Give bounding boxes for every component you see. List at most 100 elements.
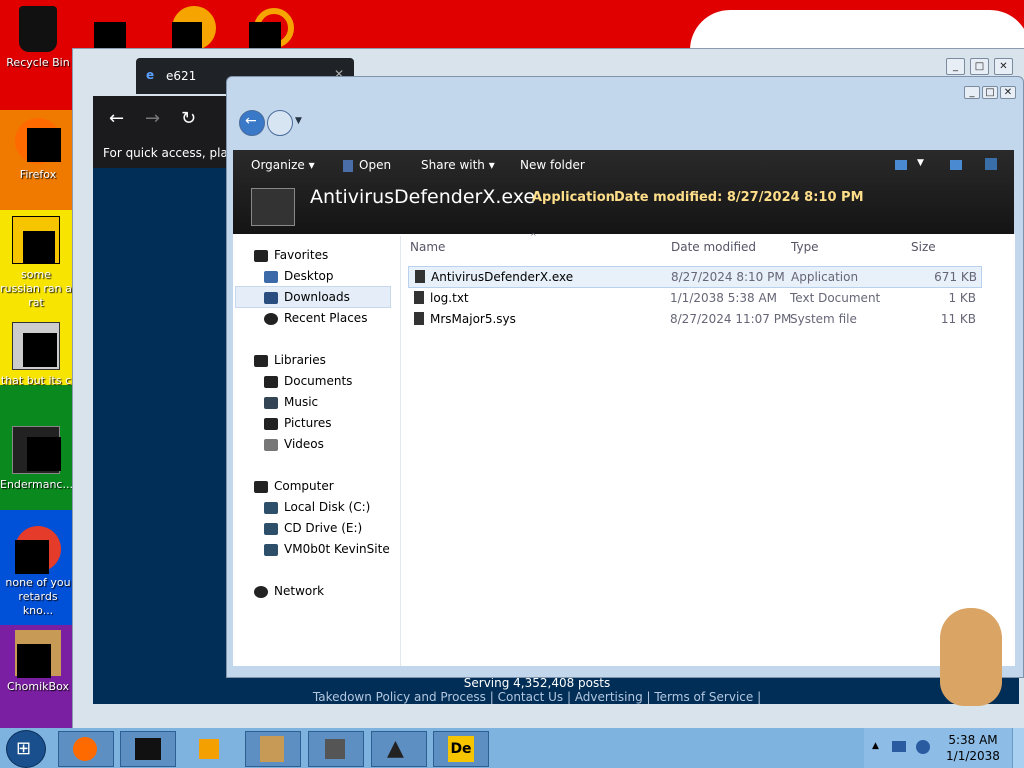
desktop-icon-none-of-you[interactable]: none of you retards kno...: [2, 526, 74, 618]
nav-label: VM0b0t KevinSite: [284, 542, 390, 556]
clock[interactable]: 5:38 AM 1/1/2038: [944, 732, 1002, 764]
column-header-type[interactable]: Type: [791, 240, 819, 254]
desktop-icon-enderman[interactable]: Endermanc...: [0, 426, 73, 492]
windows-logo-icon: ⊞: [16, 738, 32, 759]
clock-date: 1/1/2038: [946, 749, 1000, 763]
nav-label: Downloads: [284, 290, 350, 304]
desktop-icon-label: Endermanc...: [0, 478, 73, 491]
browser-maximize-button[interactable]: □: [970, 58, 989, 75]
file-date: 1/1/2038 5:38 AM: [670, 291, 778, 305]
pane-divider: [400, 236, 401, 666]
show-desktop-button[interactable]: [1012, 728, 1024, 768]
nav-computer[interactable]: Computer: [254, 479, 334, 493]
reload-icon[interactable]: ↻: [181, 108, 196, 129]
footer-link[interactable]: Terms of Service: [654, 690, 753, 704]
taskbar-windows[interactable]: [308, 731, 364, 767]
footer-link[interactable]: Takedown Policy and Process: [313, 690, 486, 704]
footer-link[interactable]: Advertising: [575, 690, 643, 704]
desktop-icon-label: ChomikBox: [7, 680, 69, 693]
table-row[interactable]: AntivirusDefenderX.exe 8/27/2024 8:10 PM…: [408, 266, 982, 288]
taskbar-chomikbox[interactable]: [245, 731, 301, 767]
show-hidden-icons-icon[interactable]: ▲: [872, 741, 879, 751]
taskbar-firefox[interactable]: [58, 731, 114, 767]
new-folder-label: New folder: [520, 158, 585, 172]
share-with-button[interactable]: Share with ▾: [421, 158, 495, 172]
windows-icon: [12, 322, 60, 370]
explorer-maximize-button[interactable]: □: [982, 86, 998, 99]
recent-pages-chevron-icon[interactable]: ▼: [295, 116, 302, 126]
system-file-icon: [414, 312, 424, 325]
desktop-icon-that-but[interactable]: that but its c: [0, 322, 72, 388]
redacted-icon: [94, 22, 126, 50]
nav-videos[interactable]: Videos: [264, 437, 324, 451]
nav-libraries[interactable]: Libraries: [254, 353, 326, 367]
nav-local-disk[interactable]: Local Disk (C:): [264, 500, 370, 514]
column-header-name[interactable]: Name: [410, 240, 445, 254]
view-chevron-icon[interactable]: ▼: [917, 158, 924, 168]
nav-pictures[interactable]: Pictures: [264, 416, 332, 430]
start-button[interactable]: ⊞: [6, 730, 46, 768]
new-folder-button[interactable]: New folder: [520, 158, 585, 172]
explorer-close-button[interactable]: ✕: [1000, 86, 1016, 99]
desktop-icon-label: some russian ran a rat: [0, 268, 72, 309]
footer-link[interactable]: Contact Us: [498, 690, 564, 704]
taskbar-console[interactable]: [120, 731, 176, 767]
nav-music[interactable]: Music: [264, 395, 318, 409]
desktop-icon-chomikbox[interactable]: ChomikBox: [2, 630, 74, 694]
table-row[interactable]: log.txt 1/1/2038 5:38 AM Text Document 1…: [408, 288, 980, 308]
taskbar-de-app[interactable]: De: [433, 731, 489, 767]
explorer-minimize-button[interactable]: _: [964, 86, 980, 99]
nav-network[interactable]: Network: [254, 584, 324, 598]
nav-network-drive[interactable]: VM0b0t KevinSite: [264, 542, 390, 556]
desktop-icon-label: Recycle Bin: [6, 56, 70, 69]
help-icon[interactable]: [985, 158, 997, 170]
network-tray-icon[interactable]: [892, 741, 906, 752]
taskbar-warning-app[interactable]: ▲: [371, 731, 427, 767]
nav-documents[interactable]: Documents: [264, 374, 352, 388]
ie-icon: e: [146, 68, 155, 82]
file-name: log.txt: [430, 291, 469, 305]
firefox-icon: [15, 118, 61, 164]
desktop-icon-firefox[interactable]: Firefox: [2, 118, 74, 182]
nav-recent-places[interactable]: Recent Places: [264, 311, 367, 325]
windows-stack-icon: [325, 739, 345, 759]
open-button[interactable]: Open: [343, 158, 391, 172]
forward-button[interactable]: [267, 110, 293, 136]
desktop-icon-russian-rat[interactable]: some russian ran a rat: [0, 216, 72, 310]
back-button[interactable]: ←: [239, 110, 265, 136]
organize-label: Organize: [251, 158, 305, 172]
column-header-size[interactable]: Size: [911, 240, 936, 254]
file-size: 1 KB: [948, 291, 976, 305]
warning-icon: ▲: [387, 736, 404, 761]
column-header-date[interactable]: Date modified: [671, 240, 756, 254]
table-row[interactable]: MrsMajor5.sys 8/27/2024 11:07 PM System …: [408, 309, 980, 329]
view-icon[interactable]: [895, 160, 907, 170]
nav-label: Favorites: [274, 248, 329, 262]
nav-cd-drive[interactable]: CD Drive (E:): [264, 521, 362, 535]
desktop-icon-recycle-bin[interactable]: Recycle Bin: [2, 6, 74, 70]
videos-icon: [264, 438, 278, 451]
clock-time: 5:38 AM: [948, 733, 998, 747]
back-icon[interactable]: ←: [109, 108, 124, 129]
pictures-icon: [264, 417, 278, 430]
nav-favorites[interactable]: Favorites: [254, 248, 328, 262]
browser-minimize-button[interactable]: _: [946, 58, 965, 75]
open-label: Open: [359, 158, 392, 172]
footer-links: Takedown Policy and Process | Contact Us…: [312, 690, 762, 704]
nav-label: Pictures: [284, 416, 332, 430]
nav-downloads[interactable]: Downloads: [264, 290, 350, 304]
nav-label: Network: [274, 584, 325, 598]
nav-desktop[interactable]: Desktop: [264, 269, 334, 283]
forward-icon[interactable]: →: [145, 108, 160, 129]
nav-label: Music: [284, 395, 319, 409]
taskbar-media-player[interactable]: [182, 731, 238, 767]
browser-close-button[interactable]: ✕: [994, 58, 1013, 75]
browser-toolbar: ← → ↻ For quick access, place: [93, 96, 242, 168]
organize-button[interactable]: Organize ▾: [251, 158, 315, 172]
nav-label: Documents: [284, 374, 353, 388]
serving-count: Serving 4,352,408 posts: [463, 676, 611, 690]
file-type: System file: [790, 312, 857, 326]
preview-pane-icon[interactable]: [950, 160, 962, 170]
arrow-left-icon: ←: [245, 113, 257, 129]
volume-tray-icon[interactable]: [916, 740, 930, 754]
